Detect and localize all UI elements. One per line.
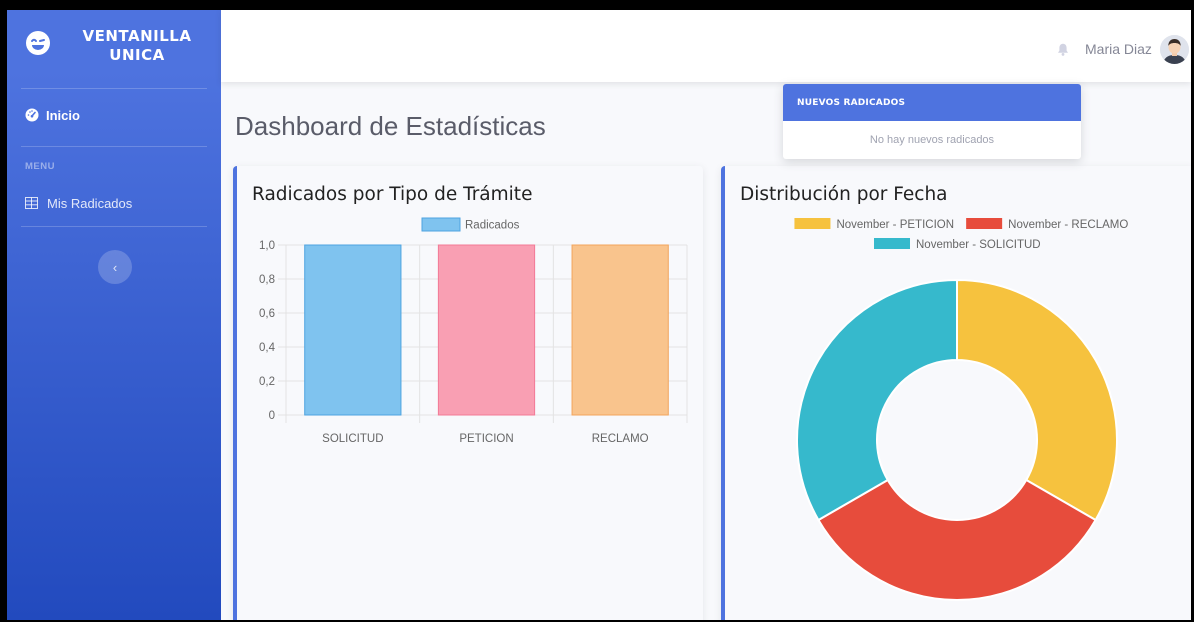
x-tick-label: RECLAMO [592,433,649,445]
bar [304,244,402,416]
bar-chart: Radicados 0 0,2 0,4 0,6 0,8 1,0 SOLICITUD PETICI… [259,217,688,445]
chevron-left-icon: ‹ [112,259,118,275]
y-tick-label: 0,8 [259,274,275,286]
x-tick-label: PETICION [459,433,513,445]
user-name[interactable]: Maria Diaz [1085,41,1152,57]
brand-line-1: VENTANILLA [82,27,192,45]
avatar[interactable] [1160,35,1189,64]
alerts-header: NUEVOS RADICADOS [783,84,1081,121]
legend-swatch [421,217,461,232]
sidebar-item-label: Inicio [46,107,80,123]
donut-slice [956,278,1118,522]
legend-label: November - SOLICITUD [916,239,1041,251]
tachometer-icon [25,108,39,122]
table-icon [25,197,38,209]
legend-swatch [794,218,831,229]
y-tick-label: 1,0 [259,240,275,252]
brand-line-2: UNICA [109,46,165,64]
donut-slice [817,478,1097,601]
donut-chart: November - PETICION November - RECLAMO Nov… [794,218,1128,601]
sidebar-divider [21,226,207,227]
app-window: VENTANILLA UNICA Inicio MENU Mis Radicad… [7,10,1191,620]
x-tick-label: SOLICITUD [322,433,383,445]
sidebar-heading: MENU [25,161,55,172]
laugh-wink-icon [26,31,50,55]
y-tick-label: 0,2 [259,376,275,388]
legend-label: November - PETICION [836,219,954,231]
sidebar-toggle-button[interactable]: ‹ [98,250,132,284]
donut-chart-card: Distribución por Fecha November - PETICI… [721,166,1191,620]
y-tick-label: 0,6 [259,308,275,320]
alerts-empty-item[interactable]: No hay nuevos radicados [783,121,1081,159]
donut-slice [796,278,958,522]
sidebar-divider [21,146,207,147]
y-tick-label: 0 [269,410,275,422]
card-title: Distribución por Fecha [740,184,948,205]
bell-icon[interactable] [1057,43,1069,56]
bar-chart-card: Radicados por Tipo de Trámite Radicados 0… [233,166,703,620]
legend-label: Radicados [465,220,520,232]
sidebar-divider [21,88,207,89]
legend-swatch [874,238,910,249]
page-title: Dashboard de Estadísticas [235,111,546,141]
user-avatar-icon [1160,35,1189,64]
alerts-dropdown: NUEVOS RADICADOS No hay nuevos radicados [783,84,1081,159]
sidebar-item-label: Mis Radicados [47,195,133,211]
card-title: Radicados por Tipo de Trámite [252,184,533,205]
y-tick-label: 0,4 [259,342,276,354]
legend-label: November - RECLAMO [1008,219,1128,231]
bar [437,244,536,416]
brand-name: VENTANILLA UNICA [67,27,207,65]
sidebar-brand[interactable]: VENTANILLA UNICA [7,10,221,80]
sidebar-item-inicio[interactable]: Inicio [7,98,221,132]
legend-swatch [966,218,1003,229]
topbar: Maria Diaz [221,10,1191,82]
sidebar-item-mis-radicados[interactable]: Mis Radicados [7,186,221,220]
bar [571,244,669,416]
sidebar: VENTANILLA UNICA Inicio MENU Mis Radicad… [7,10,221,620]
